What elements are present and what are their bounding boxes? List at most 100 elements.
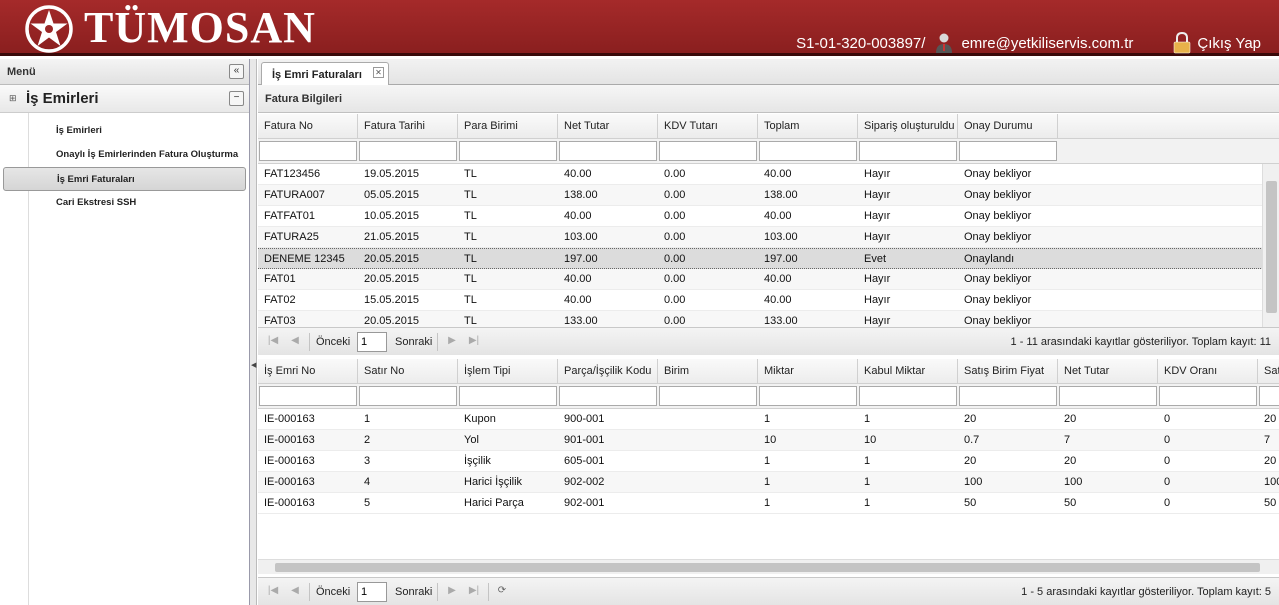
table-cell: 103.00 xyxy=(764,231,798,243)
column-filter-input[interactable] xyxy=(259,141,357,161)
table-row[interactable]: IE-000163 5 Harici Parça 902-001 1 1 50 50 0 50 xyxy=(258,493,1279,514)
column-header[interactable]: Fatura No xyxy=(258,114,358,138)
column-header[interactable]: Birim xyxy=(658,359,758,383)
sidebar-item-is-emirleri[interactable]: İş Emirleri xyxy=(0,119,249,143)
table-cell: Onay bekliyor xyxy=(964,294,1032,306)
column-filter-input[interactable] xyxy=(459,141,557,161)
column-filter-input[interactable] xyxy=(659,141,757,161)
table-row[interactable]: IE-000163 4 Harici İşçilik 902-002 1 1 100 100 0… xyxy=(258,472,1279,493)
column-filter-input[interactable] xyxy=(259,386,357,406)
column-filter-input[interactable] xyxy=(1059,386,1157,406)
table-cell: Onay bekliyor xyxy=(964,189,1032,201)
table-row[interactable]: FATURA25 21.05.2015 TL 103.00 0.00 103.00 Hayı… xyxy=(258,227,1279,248)
table-row[interactable]: IE-000163 3 İşçilik 605-001 1 1 20 20 0 20 xyxy=(258,451,1279,472)
invoice-grid-scrollbar[interactable] xyxy=(1262,164,1279,327)
column-header[interactable]: Satır No xyxy=(358,359,458,383)
sidebar-item-is-emri-faturalari[interactable]: İş Emri Faturaları xyxy=(3,167,246,191)
table-cell: 40.00 xyxy=(564,273,592,285)
filter-cell xyxy=(758,139,858,163)
column-filter-input[interactable] xyxy=(359,386,457,406)
column-filter-input[interactable] xyxy=(759,141,857,161)
table-cell: 20 xyxy=(1064,413,1077,425)
table-cell: 0.00 xyxy=(664,189,686,201)
column-header[interactable]: Kabul Miktar xyxy=(858,359,958,383)
first-page-icon[interactable]: |◀ xyxy=(265,583,281,599)
table-row[interactable]: IE-000163 1 Kupon 900-001 1 1 20 20 0 20 xyxy=(258,409,1279,430)
column-header[interactable]: KDV Oranı xyxy=(1158,359,1258,383)
column-header[interactable]: İş Emri No xyxy=(258,359,358,383)
column-filter-input[interactable] xyxy=(359,141,457,161)
table-cell: 19.05.2015 xyxy=(364,168,420,180)
sidebar-item-cari-ekstresi[interactable]: Cari Ekstresi SSH xyxy=(0,191,249,215)
scrollbar-thumb[interactable] xyxy=(1266,181,1277,313)
table-row[interactable]: IE-000163 2 Yol 901-001 10 10 0.7 7 0 7 xyxy=(258,430,1279,451)
table-row[interactable]: FAT02 15.05.2015 TL 40.00 0.00 40.00 Hayır Onay… xyxy=(258,290,1279,311)
column-filter-input[interactable] xyxy=(559,141,657,161)
table-cell: 100 xyxy=(1264,476,1279,488)
lines-grid-hscrollbar[interactable] xyxy=(258,559,1279,574)
column-filter-input[interactable] xyxy=(859,141,957,161)
column-filter-input[interactable] xyxy=(959,141,1057,161)
table-row[interactable]: FATURA007 05.05.2015 TL 138.00 0.00 138.00 Hay… xyxy=(258,185,1279,206)
last-page-icon[interactable]: ▶| xyxy=(466,583,482,599)
column-header[interactable]: İşlem Tipi xyxy=(458,359,558,383)
table-cell: DENEME 12345 xyxy=(264,253,345,265)
column-filter-input[interactable] xyxy=(1259,386,1279,406)
next-page-icon[interactable]: ▶ xyxy=(444,333,460,349)
column-filter-input[interactable] xyxy=(759,386,857,406)
table-row[interactable]: FATFAT01 10.05.2015 TL 40.00 0.00 40.00 Hayır O… xyxy=(258,206,1279,227)
column-header[interactable]: Net Tutar xyxy=(1058,359,1158,383)
prev-page-icon[interactable]: ◀ xyxy=(287,333,303,349)
table-cell: 10 xyxy=(864,434,877,446)
close-icon[interactable]: ✕ xyxy=(373,67,384,78)
tree-expand-icon: ⊞ xyxy=(9,93,17,103)
tab-is-emri-faturalari[interactable]: İş Emri Faturaları ✕ xyxy=(261,62,389,85)
minus-icon[interactable]: − xyxy=(229,91,244,106)
lock-icon[interactable] xyxy=(1173,32,1191,54)
invoice-grid-body: FAT123456 19.05.2015 TL 40.00 0.00 40.00 Hayır… xyxy=(258,164,1279,327)
column-filter-input[interactable] xyxy=(659,386,757,406)
pager-info: 1 - 5 arasındaki kayıtlar gösteriliyor. … xyxy=(1021,586,1271,598)
column-header[interactable]: Miktar xyxy=(758,359,858,383)
column-filter-input[interactable] xyxy=(459,386,557,406)
column-header[interactable]: Satış Birim Fiyat xyxy=(958,359,1058,383)
table-cell: 20 xyxy=(964,413,977,425)
column-header[interactable]: Onay Durumu xyxy=(958,114,1058,138)
column-filter-input[interactable] xyxy=(1159,386,1257,406)
column-header[interactable]: KDV Tutarı xyxy=(658,114,758,138)
table-cell: 40.00 xyxy=(764,273,792,285)
table-row[interactable]: FAT03 20.05.2015 TL 133.00 0.00 133.00 Hayır On… xyxy=(258,311,1279,327)
column-filter-input[interactable] xyxy=(859,386,957,406)
double-chevron-left-icon[interactable]: « xyxy=(229,64,244,79)
prev-page-icon[interactable]: ◀ xyxy=(287,583,303,599)
column-filter-input[interactable] xyxy=(559,386,657,406)
table-row[interactable]: DENEME 12345 20.05.2015 TL 197.00 0.00 197.00… xyxy=(258,248,1279,269)
page-number-input[interactable] xyxy=(357,582,387,602)
last-page-icon[interactable]: ▶| xyxy=(466,333,482,349)
sidebar-splitter[interactable]: ◀ xyxy=(250,59,257,605)
table-row[interactable]: FAT01 20.05.2015 TL 40.00 0.00 40.00 Hayır Onay… xyxy=(258,269,1279,290)
section-header-is-emirleri[interactable]: ⊞ İş Emirleri − xyxy=(0,85,249,113)
column-header[interactable]: Fatura Tarihi xyxy=(358,114,458,138)
table-cell: 3 xyxy=(364,455,371,467)
collapse-arrow-icon[interactable]: ◀ xyxy=(251,361,256,369)
column-header[interactable]: Parça/İşçilik Kodu xyxy=(558,359,658,383)
first-page-icon[interactable]: |◀ xyxy=(265,333,281,349)
table-cell: 0 xyxy=(1164,434,1171,446)
filter-cell xyxy=(758,384,858,408)
table-row[interactable]: FAT123456 19.05.2015 TL 40.00 0.00 40.00 Hayır… xyxy=(258,164,1279,185)
table-cell: Onaylandı xyxy=(964,253,1015,265)
logout-link[interactable]: Çıkış Yap xyxy=(1197,35,1261,52)
column-header[interactable]: Sipariş oluşturuldu xyxy=(858,114,958,138)
next-label: Sonraki xyxy=(395,336,433,348)
page-number-input[interactable] xyxy=(357,332,387,352)
refresh-icon[interactable]: ⟳ xyxy=(494,583,510,599)
sidebar-item-fatura-olusturma[interactable]: Onaylı İş Emirlerinden Fatura Oluşturma xyxy=(0,143,249,167)
column-header[interactable]: Net Tutar xyxy=(558,114,658,138)
scrollbar-thumb[interactable] xyxy=(275,563,1260,572)
column-header[interactable]: Para Birimi xyxy=(458,114,558,138)
column-header[interactable]: Satı xyxy=(1258,359,1279,383)
column-header[interactable]: Toplam xyxy=(758,114,858,138)
column-filter-input[interactable] xyxy=(959,386,1057,406)
next-page-icon[interactable]: ▶ xyxy=(444,583,460,599)
